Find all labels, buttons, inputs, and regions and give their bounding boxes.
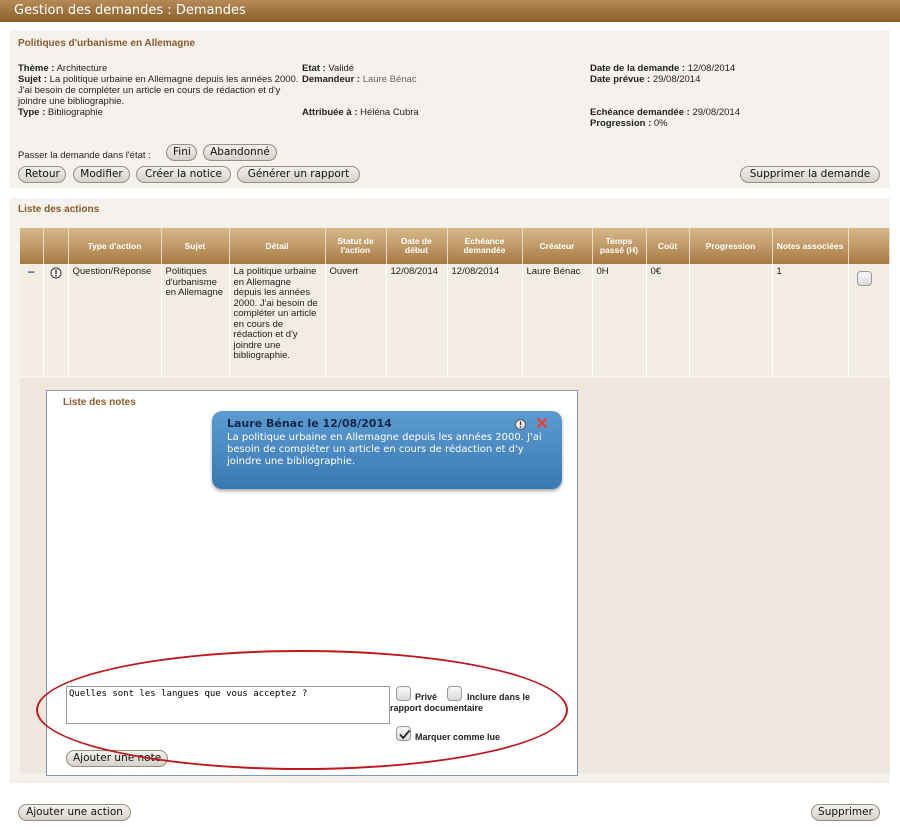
window-title: Gestion des demandes : Demandes	[14, 3, 246, 18]
theme-field: Thème : Architecture	[18, 63, 108, 74]
col-due: Echéance demandée	[447, 228, 523, 264]
assigned-field: Attribuée à : Héléna Cubra	[302, 107, 419, 118]
supprimer-demande-button[interactable]: Supprimer la demande	[740, 166, 880, 183]
note-author: Laure Bénac le 12/08/2014	[227, 417, 392, 430]
state-abandonne-button[interactable]: Abandonné	[203, 144, 277, 161]
progress-field: Progression : 0%	[590, 118, 668, 129]
due-date-field: Echéance demandée : 29/08/2014	[590, 107, 740, 118]
ajouter-note-button[interactable]: Ajouter une note	[66, 750, 168, 767]
marquer-label: Marquer comme lue	[415, 732, 501, 742]
creer-notice-button[interactable]: Créer la notice	[136, 166, 231, 183]
cell-notes: 1	[772, 264, 849, 376]
ajouter-action-button[interactable]: Ajouter une action	[18, 804, 131, 821]
requester-field: Demandeur : Laure Bénac	[302, 74, 417, 85]
col-creator: Créateur	[522, 228, 593, 264]
actions-table: Type d'action Sujet Détail Statut de l'a…	[20, 228, 890, 376]
request-panel: Politiques d'urbanisme en Allemagne Thèm…	[10, 30, 890, 188]
table-row: − Question/Réponse Politiques d'urbanism…	[20, 264, 890, 376]
state-fini-button[interactable]: Fini	[166, 144, 197, 161]
cell-due: 12/08/2014	[447, 264, 523, 376]
note-text: La politique urbaine en Allemagne depuis…	[227, 432, 542, 467]
col-status: Statut de l'action	[325, 228, 387, 264]
col-progress: Progression	[689, 228, 773, 264]
notes-title: Liste des notes	[63, 397, 136, 408]
col-time: Temps passé (H)	[592, 228, 647, 264]
cell-type: Question/Réponse	[68, 264, 162, 376]
alert-icon[interactable]	[515, 419, 526, 433]
close-icon[interactable]	[536, 417, 548, 432]
col-cost: Coût	[646, 228, 690, 264]
planned-date-field: Date prévue : 29/08/2014	[590, 74, 701, 85]
cell-subject: Politiques d'urbanisme en Allemagne	[161, 264, 230, 376]
col-icon	[43, 228, 69, 264]
info-icon[interactable]	[43, 264, 69, 376]
modifier-button[interactable]: Modifier	[73, 166, 130, 183]
note-input[interactable]	[66, 686, 390, 724]
cell-creator: Laure Bénac	[522, 264, 593, 376]
col-detail: Détail	[229, 228, 326, 264]
request-date-field: Date de la demande : 12/08/2014	[590, 63, 736, 74]
check-icon	[399, 729, 411, 740]
cell-detail: La politique urbaine en Allemagne depuis…	[229, 264, 326, 376]
col-subject: Sujet	[161, 228, 230, 264]
row-select-checkbox[interactable]	[856, 271, 872, 286]
cell-cost: 0€	[646, 264, 690, 376]
cell-select	[848, 264, 890, 376]
col-select	[848, 228, 890, 264]
cell-start: 12/08/2014	[386, 264, 448, 376]
actions-title: Liste des actions	[18, 204, 100, 215]
retour-button[interactable]: Retour	[18, 166, 66, 183]
col-notes: Notes associées	[772, 228, 849, 264]
window-title-bar: Gestion des demandes : Demandes	[0, 0, 900, 22]
state-field: Etat : Validé	[302, 63, 355, 74]
marquer-checkbox[interactable]	[396, 726, 411, 741]
inclure-label: Inclure dans le rapport documentaire	[390, 692, 531, 713]
supprimer-button[interactable]: Supprimer	[811, 804, 880, 821]
state-change-label: Passer la demande dans l'état :	[18, 150, 151, 161]
collapse-toggle[interactable]: −	[20, 264, 44, 376]
note-bubble: Laure Bénac le 12/08/2014 La politique u…	[212, 411, 562, 489]
type-field: Type : Bibliographie	[18, 107, 103, 118]
col-toggle	[20, 228, 44, 264]
cell-time: 0H	[592, 264, 647, 376]
subject-field: Sujet : La politique urbaine en Allemagn…	[18, 74, 299, 107]
generer-rapport-button[interactable]: Générer un rapport	[237, 166, 360, 183]
col-type: Type d'action	[68, 228, 162, 264]
cell-status: Ouvert	[325, 264, 387, 376]
cell-progress	[689, 264, 773, 376]
request-heading: Politiques d'urbanisme en Allemagne	[18, 38, 196, 49]
actions-header-row: Type d'action Sujet Détail Statut de l'a…	[20, 228, 890, 264]
col-start: Date de début	[386, 228, 448, 264]
